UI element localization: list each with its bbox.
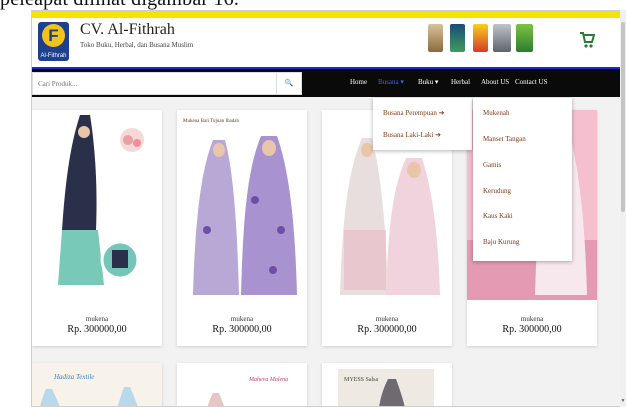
dropdown-item-kerudung[interactable]: Kerudung bbox=[483, 187, 511, 195]
dropdown-item-mukenah[interactable]: Mukenah bbox=[483, 109, 509, 117]
product-price: Rp. 300000,00 bbox=[212, 324, 272, 335]
dropdown-item-gamis[interactable]: Gamis bbox=[483, 161, 501, 169]
search-box: 🔍 bbox=[32, 72, 302, 95]
search-input[interactable] bbox=[33, 73, 278, 94]
nav-item-about[interactable]: About US bbox=[481, 78, 509, 86]
product-herbal-thumb[interactable] bbox=[516, 24, 533, 52]
nav-item-home[interactable]: Home bbox=[350, 78, 367, 86]
dropdown-busana-perempuan: Mukenah Manset Tangan Gamis Kerudung Kau… bbox=[473, 98, 572, 261]
product-name: mukena bbox=[375, 315, 399, 323]
product-garment-thumb[interactable] bbox=[493, 24, 511, 52]
banner-text: MYESS Salsa bbox=[344, 377, 379, 383]
logo[interactable]: F Al-Fithrah bbox=[38, 22, 69, 61]
product-book-thumb-3[interactable] bbox=[473, 24, 488, 52]
banner-text: Hadiza Textile bbox=[53, 373, 94, 381]
product-price: Rp. 300000,00 bbox=[357, 324, 417, 335]
brand-tagline: Toko Buku, Herbal, dan Busana Muslim bbox=[80, 41, 194, 49]
scroll-down-arrow-icon[interactable]: ▼ bbox=[620, 399, 626, 405]
dropdown-item-baju-kurung[interactable]: Baju Kurung bbox=[483, 238, 519, 246]
logo-letter: F bbox=[42, 24, 65, 47]
website-screenshot: F Al-Fithrah CV. Al-Fithrah Toko Buku, H… bbox=[31, 10, 621, 407]
top-accent-bar bbox=[32, 11, 620, 18]
banner-text: Maheva Malena bbox=[248, 377, 288, 383]
search-icon: 🔍 bbox=[284, 79, 294, 87]
nav-item-buku[interactable]: Buku ▾ bbox=[418, 78, 438, 86]
product-name: mukena bbox=[520, 315, 544, 323]
card-banner-text: Mukena Bali Tujuan Ibadah bbox=[183, 119, 239, 124]
product-image bbox=[32, 110, 162, 300]
product-image: Maheva Malena bbox=[177, 363, 307, 406]
product-book-thumb-1[interactable] bbox=[428, 24, 443, 52]
dropdown-busana: Busana Perempuan ➔ Busana Laki-Laki ➔ bbox=[373, 98, 472, 150]
product-name: mukena bbox=[230, 315, 254, 323]
product-image: MYESS Salsa bbox=[322, 363, 452, 406]
product-card[interactable]: Mukena Bali Tujuan Ibadah mukena Rp. 300… bbox=[177, 110, 307, 346]
product-card[interactable]: Maheva Malena bbox=[177, 363, 307, 406]
product-image: Hadiza Textile bbox=[32, 363, 162, 406]
logo-subtext: Al-Fithrah bbox=[40, 53, 67, 59]
scrollbar-thumb[interactable] bbox=[621, 22, 625, 212]
dropdown-item-busana-laki-laki[interactable]: Busana Laki-Laki ➔ bbox=[383, 131, 441, 139]
navbar: 🔍 Home Busana ▾ Buku ▾ Herbal About US C… bbox=[32, 67, 620, 97]
dropdown-item-busana-perempuan[interactable]: Busana Perempuan ➔ bbox=[383, 109, 444, 117]
page-scrollbar[interactable]: ▼ bbox=[620, 10, 626, 407]
nav-item-herbal[interactable]: Herbal bbox=[451, 78, 470, 86]
product-price: Rp. 300000,00 bbox=[67, 324, 127, 335]
brand-name: CV. Al-Fithrah bbox=[80, 21, 175, 38]
site-header: F Al-Fithrah CV. Al-Fithrah Toko Buku, H… bbox=[32, 18, 620, 67]
nav-item-busana[interactable]: Busana ▾ bbox=[378, 78, 404, 86]
product-image: Mukena Bali Tujuan Ibadah bbox=[177, 110, 307, 300]
cart-icon[interactable] bbox=[579, 28, 595, 50]
product-card[interactable]: mukena Rp. 300000,00 bbox=[32, 110, 162, 346]
product-card[interactable]: MYESS Salsa bbox=[322, 363, 452, 406]
nav-item-contact[interactable]: Contact US bbox=[515, 78, 547, 86]
product-name: mukena bbox=[85, 315, 109, 323]
product-card[interactable]: Hadiza Textile bbox=[32, 363, 162, 406]
search-button[interactable]: 🔍 bbox=[276, 73, 301, 94]
dropdown-item-manset-tangan[interactable]: Manset Tangan bbox=[483, 135, 526, 143]
dropdown-item-kaus-kaki[interactable]: Kaus Kaki bbox=[483, 212, 513, 220]
product-price: Rp. 300000,00 bbox=[502, 324, 562, 335]
product-book-thumb-2[interactable] bbox=[450, 24, 465, 52]
